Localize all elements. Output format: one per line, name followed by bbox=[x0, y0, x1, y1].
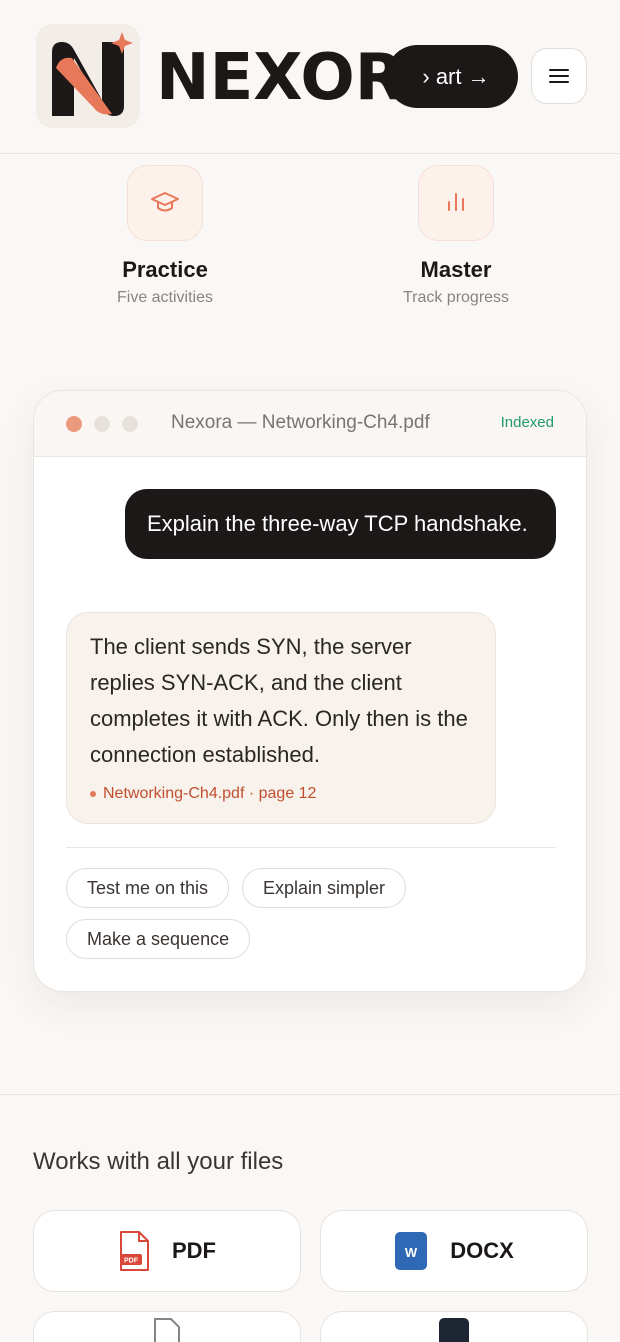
assistant-message: The client sends SYN, the server replies… bbox=[66, 612, 496, 824]
feature-subtitle: Track progress bbox=[402, 289, 510, 306]
window-titlebar: Nexora — Networking-Ch4.pdf Indexed bbox=[34, 391, 586, 457]
bar-chart-icon bbox=[418, 165, 494, 241]
file-type-card[interactable] bbox=[33, 1311, 301, 1342]
feature-subtitle: Five activities bbox=[116, 289, 214, 306]
window-dot-green bbox=[122, 416, 138, 432]
suggestion-chip-test[interactable]: Test me on this bbox=[66, 868, 230, 908]
file-type-label: DOCX bbox=[450, 1238, 514, 1263]
citation-dot-icon bbox=[90, 791, 96, 797]
graduation-cap-icon bbox=[127, 165, 203, 241]
pdf-file-icon: PDF bbox=[120, 1231, 149, 1271]
assistant-message-text: The client sends SYN, the server replies… bbox=[90, 634, 468, 767]
word-doc-icon: W bbox=[395, 1232, 428, 1270]
dark-file-icon bbox=[439, 1318, 469, 1342]
file-type-docx[interactable]: W DOCX bbox=[320, 1210, 588, 1292]
feature-master: Master Track progress bbox=[336, 165, 576, 307]
text-file-icon bbox=[154, 1318, 180, 1342]
citation-text: Networking-Ch4.pdf · page 12 bbox=[103, 785, 317, 802]
site-header: NEXOR › art → bbox=[0, 0, 620, 154]
status-badge: Indexed bbox=[500, 414, 554, 431]
user-message: Explain the three-way TCP handshake. bbox=[125, 489, 556, 559]
menu-button[interactable] bbox=[531, 48, 587, 104]
citation-link[interactable]: Networking-Ch4.pdf · page 12 bbox=[90, 783, 472, 805]
feature-practice: Practice Five activities bbox=[45, 165, 285, 307]
hamburger-icon bbox=[549, 69, 569, 83]
feature-title: Master bbox=[420, 257, 492, 282]
window-title: Nexora — Networking-Ch4.pdf bbox=[171, 412, 430, 433]
nexora-logo-icon[interactable] bbox=[36, 24, 140, 128]
file-type-label: PDF bbox=[172, 1238, 216, 1263]
brand-name: NEXOR bbox=[156, 41, 405, 115]
suggestion-chip-simpler[interactable]: Explain simpler bbox=[242, 868, 407, 908]
word-badge-text: W bbox=[405, 1245, 418, 1260]
file-type-card[interactable] bbox=[320, 1311, 588, 1342]
divider bbox=[66, 847, 556, 848]
start-button[interactable]: › art → bbox=[386, 45, 518, 108]
files-section-title: Works with all your files bbox=[33, 1148, 284, 1175]
chat-preview-card: Nexora — Networking-Ch4.pdf Indexed Expl… bbox=[33, 390, 587, 992]
feature-title: Practice bbox=[122, 257, 208, 282]
suggestion-chip-sequence[interactable]: Make a sequence bbox=[66, 919, 251, 959]
window-dot-red bbox=[66, 416, 82, 432]
pdf-badge-text: PDF bbox=[124, 1258, 139, 1265]
window-dot-yellow bbox=[94, 416, 110, 432]
file-type-pdf[interactable]: PDF PDF bbox=[33, 1210, 301, 1292]
